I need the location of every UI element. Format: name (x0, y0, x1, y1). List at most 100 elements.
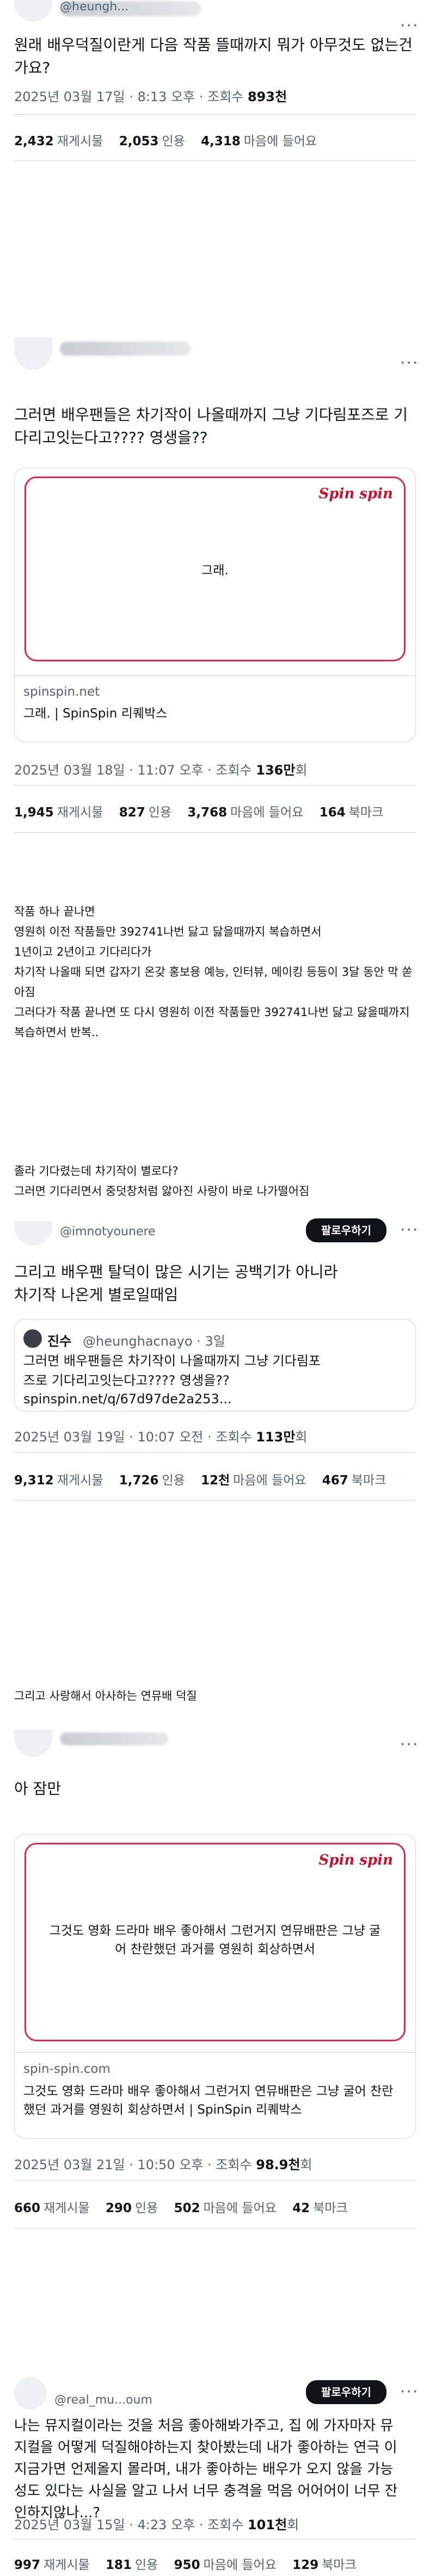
retweets-stat[interactable]: 9,312 재게시물 (14, 1473, 103, 1488)
display-name[interactable] (60, 1732, 169, 1745)
more-options-icon[interactable]: ··· (400, 16, 419, 35)
card-domain: spin-spin.com (23, 2062, 110, 2076)
more-options-icon[interactable]: ··· (400, 1735, 419, 1754)
commentary-text: 작품 하나 끝나면 영원히 이전 작품들만 392741나번 닳고 닳을때까지 … (14, 902, 417, 1043)
bookmarks-stat[interactable]: 164 북마크 (320, 806, 384, 820)
avatar[interactable] (14, 1730, 52, 1757)
view-count: 113만 (256, 1429, 296, 1445)
divider (14, 160, 416, 161)
follow-button[interactable]: 팔로우하기 (306, 2380, 386, 2404)
user-handle[interactable]: @imnotyounere (60, 1225, 156, 1239)
text-line: 1년이고 2년이고 기다리다가 (14, 945, 152, 958)
divider (14, 2180, 416, 2181)
commentary-text: 졸라 기다렸는데 차기작이 별로다? 그러면 기다리면서 중덧창처럼 앓아진 사… (14, 1161, 417, 1202)
card-image: Spin spin 그래. (24, 476, 406, 661)
quoted-link[interactable]: spinspin.net/q/67d97de2a253... (23, 1389, 232, 1409)
card-image-text: 그래. (201, 564, 229, 578)
tweet-timestamp[interactable]: 2025년 03월 18일 · 11:07 오후 · 조회수 (14, 763, 256, 778)
tweet-text: 그리고 배우팬 탈덕이 많은 시기는 공백기가 아니라 차기작 나온게 별로일때… (14, 1263, 338, 1304)
quotes-stat[interactable]: 827 인용 (119, 806, 171, 820)
quotes-stat[interactable]: 290 인용 (106, 2201, 158, 2215)
spinspin-logo: Spin spin (318, 1852, 393, 1868)
likes-stat[interactable]: 950 마음에 들어요 (174, 2558, 277, 2572)
quoted-handle: @heunghacnayo · 3일 (83, 1334, 225, 1349)
view-suffix: 회 (300, 2157, 312, 2172)
divider (15, 675, 415, 676)
display-name[interactable] (60, 342, 191, 356)
view-count: 893천 (247, 89, 287, 104)
text-line: 졸라 기다렸는데 차기작이 별로다? (14, 1165, 179, 1178)
text-line: 그러면 기다리면서 중덧창처럼 앓아진 사랑이 바로 나가떨어짐 (14, 1185, 310, 1198)
tweet-timestamp[interactable]: 2025년 03월 21일 · 10:50 오후 · 조회수 (14, 2157, 256, 2172)
quotes-stat[interactable]: 181 인용 (106, 2558, 158, 2572)
user-handle[interactable]: @heungh... (60, 0, 128, 14)
likes-stat[interactable]: 502 마음에 들어요 (174, 2201, 277, 2215)
card-image-text: 그것도 영화 드라마 배우 좋아해서 그런거지 연뮤배판은 그냥 굴어 찬란했던… (49, 1924, 381, 1956)
quoted-display-name: 진수 (47, 1334, 72, 1349)
more-options-icon[interactable]: ··· (400, 354, 419, 373)
divider (14, 832, 416, 833)
retweets-stat[interactable]: 2,432 재게시물 (14, 134, 103, 148)
link-card[interactable]: Spin spin 그것도 영화 드라마 배우 좋아해서 그런거지 연뮤배판은 … (14, 1834, 416, 2139)
tweet-meta: 2025년 03월 15일 · 4:23 오후 · 조회수 101천회 (14, 2514, 299, 2533)
avatar[interactable] (14, 0, 52, 22)
tweet-timestamp[interactable]: 2025년 03월 19일 · 10:07 오전 · 조회수 (14, 1429, 256, 1445)
likes-stat[interactable]: 4,318 마음에 들어요 (201, 134, 317, 148)
quotes-stat[interactable]: 1,726 인용 (119, 1473, 185, 1488)
divider (14, 2539, 416, 2540)
tweet-meta: 2025년 03월 17일 · 8:13 오후 · 조회수 893천 (14, 86, 287, 105)
view-suffix: 회 (295, 763, 308, 778)
tweet-timestamp[interactable]: 2025년 03월 15일 · 4:23 오후 · 조회수 (14, 2517, 248, 2532)
quoted-tweet[interactable]: 진수 @heunghacnayo · 3일 그러면 배우팬들은 차기작이 나올때… (14, 1319, 416, 1411)
text-line: 차기작 나올때 되면 갑자기 온갖 홍보용 예능, 인터뷰, 메이킹 등등이 3… (14, 965, 413, 999)
commentary-text: 그리고 사랑해서 아사하는 연뮤배 덕질 (14, 1689, 197, 1702)
tweet-meta: 2025년 03월 19일 · 10:07 오전 · 조회수 113만회 (14, 1426, 308, 1445)
retweets-stat[interactable]: 660 재게시물 (14, 2201, 90, 2215)
likes-stat[interactable]: 3,768 마음에 들어요 (187, 806, 303, 820)
retweets-stat[interactable]: 997 재게시물 (14, 2558, 90, 2572)
card-image: Spin spin 그것도 영화 드라마 배우 좋아해서 그런거지 연뮤배판은 … (24, 1843, 406, 2041)
avatar[interactable] (14, 337, 52, 370)
retweets-stat[interactable]: 1,945 재게시물 (14, 806, 103, 820)
tweet-text: 그러면 배우팬들은 차기작이 나올때까지 그냥 기다림포즈로 기다리고잇는다고?… (14, 406, 408, 447)
quotes-stat[interactable]: 2,053 인용 (119, 134, 185, 148)
bookmarks-stat[interactable]: 129 북마크 (292, 2558, 357, 2572)
card-title: 그래. | SpinSpin 리퀘박스 (23, 707, 168, 721)
text-line: 작품 하나 끝나면 (14, 905, 95, 918)
tweet-meta: 2025년 03월 18일 · 11:07 오후 · 조회수 136만회 (14, 759, 308, 778)
tweet-timestamp[interactable]: 2025년 03월 17일 · 8:13 오후 · 조회수 (14, 89, 248, 104)
divider (14, 1452, 416, 1453)
more-options-icon[interactable]: ··· (400, 2382, 419, 2401)
quoted-text: 그러면 배우팬들은 차기작이 나올때까지 그냥 기다림포즈로 기다리고잇는다고?… (23, 1353, 321, 1388)
divider (14, 1500, 416, 1501)
avatar[interactable] (14, 1221, 52, 1246)
view-count: 101천 (247, 2517, 287, 2532)
more-options-icon[interactable]: ··· (400, 1221, 419, 1240)
view-count: 98.9천 (256, 2157, 300, 2172)
avatar[interactable] (14, 2377, 47, 2410)
quoted-avatar (23, 1329, 42, 1348)
engagement-stats: 660 재게시물 290 인용 502 마음에 들어요 42 북마크 (14, 2197, 360, 2216)
tweet-meta: 2025년 03월 21일 · 10:50 오후 · 조회수 98.9천회 (14, 2154, 312, 2173)
text-line: 영원히 이전 작품들만 392741나번 닳고 닳을때까지 복습하면서 (14, 925, 322, 938)
text-line: 그러다가 작품 끝나면 또 다시 영원히 이전 작품들만 392741나번 닳고… (14, 1006, 410, 1039)
bookmarks-stat[interactable]: 42 북마크 (292, 2201, 348, 2215)
follow-button[interactable]: 팔로우하기 (306, 1218, 386, 1242)
engagement-stats: 2,432 재게시물 2,053 인용 4,318 마음에 들어요 (14, 131, 329, 149)
view-suffix: 회 (295, 1429, 308, 1445)
card-title: 그것도 영화 드라마 배우 좋아해서 그런거지 연뮤배판은 그냥 굴어 찬란했던… (23, 2084, 394, 2117)
view-suffix: 회 (287, 2517, 299, 2532)
likes-stat[interactable]: 12천 마음에 들어요 (201, 1473, 306, 1488)
user-handle[interactable]: @real_mu...oum (54, 2393, 152, 2407)
divider (15, 2052, 415, 2053)
divider (14, 114, 416, 115)
view-count: 136만 (256, 763, 296, 778)
engagement-stats: 997 재게시물 181 인용 950 마음에 들어요 129 북마크 (14, 2554, 368, 2573)
spinspin-logo: Spin spin (318, 486, 393, 502)
engagement-stats: 1,945 재게시물 827 인용 3,768 마음에 들어요 164 북마크 (14, 802, 395, 820)
tweet-text: 나는 뮤지컬이라는 것을 처음 좋아해봐가주고, 집 에 가자마자 뮤지컬을 어… (14, 2418, 398, 2521)
tweet-text: 아 잠만 (14, 1780, 62, 1798)
bookmarks-stat[interactable]: 467 북마크 (322, 1473, 386, 1488)
tweet-text: 원래 배우덕질이란게 다음 작품 뜰때까지 뭐가 아무것도 없는건가요? (14, 36, 413, 77)
link-card[interactable]: Spin spin 그래. spinspin.net 그래. | SpinSpi… (14, 468, 416, 742)
